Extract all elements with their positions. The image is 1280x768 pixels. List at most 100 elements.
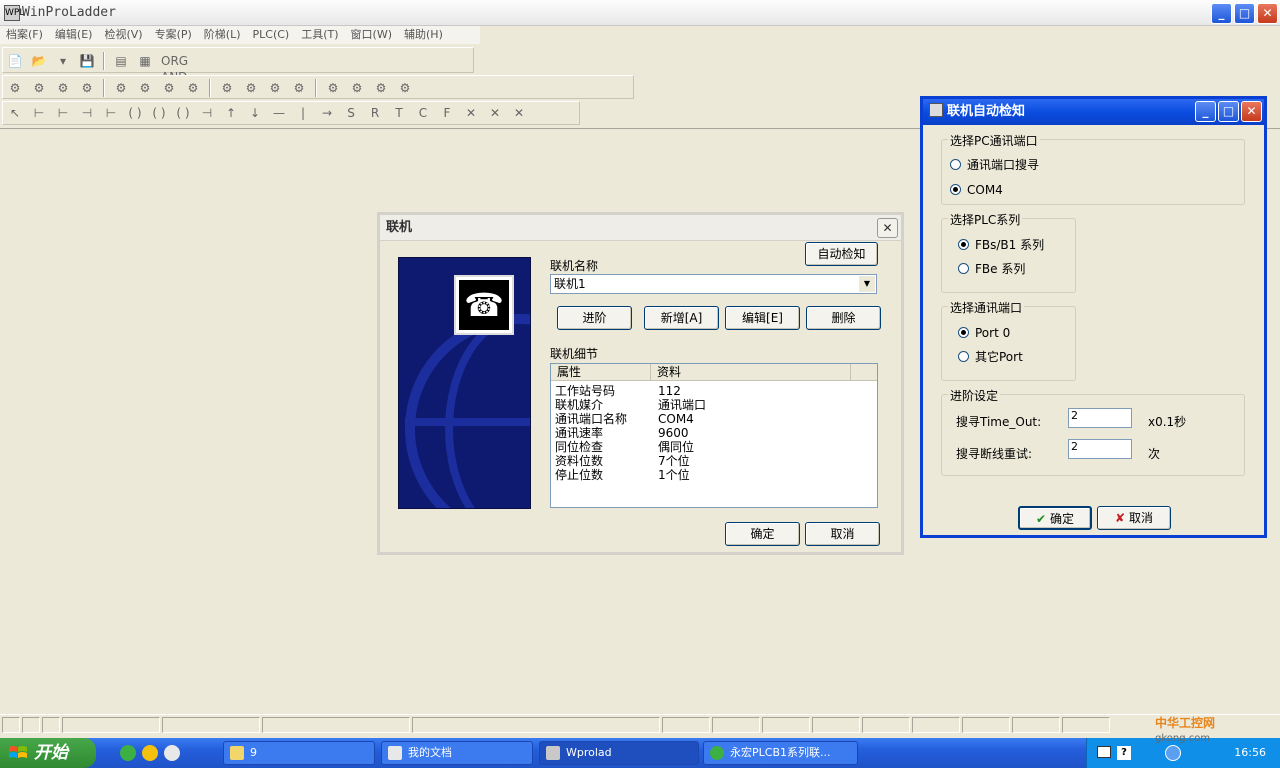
toolbar-tool-icon[interactable]: ⚙ — [31, 80, 47, 96]
task-my-documents[interactable]: 我的文档 — [381, 741, 533, 765]
toolbar-tool-icon[interactable]: ✕ — [463, 105, 479, 121]
toolbar-tool-icon[interactable]: ▦ — [137, 53, 153, 69]
toolbar-tool-icon[interactable]: 📂 — [31, 53, 47, 69]
ie-icon[interactable] — [120, 745, 136, 761]
task-browser[interactable]: 永宏PLCB1系列联... — [703, 741, 858, 765]
menu-item-2[interactable]: 检视(V) — [98, 26, 142, 44]
minimize-button[interactable]: _ — [1211, 3, 1232, 24]
list-item[interactable]: 通讯端口名称 COM4 — [555, 412, 875, 426]
toolbar-tool-icon[interactable]: ⚙ — [325, 80, 341, 96]
menu-item-3[interactable]: 专案(P) — [149, 26, 192, 44]
toolbar-tool-icon[interactable]: ✕ — [487, 105, 503, 121]
menu-item-6[interactable]: 工具(T) — [295, 26, 338, 44]
list-item[interactable]: 联机媒介 通讯端口 — [555, 398, 875, 412]
toolbar-tool-icon[interactable]: ORG AND — [161, 53, 188, 84]
retry-input[interactable]: 2 — [1068, 439, 1132, 459]
toolbar-tool-icon[interactable]: 📄 — [7, 53, 23, 69]
menu-item-8[interactable]: 辅助(H) — [398, 26, 443, 44]
menu-item-7[interactable]: 窗口(W) — [345, 26, 392, 44]
toolbar-tool-icon[interactable]: ⚙ — [113, 80, 129, 96]
toolbar-tool-icon[interactable]: ⊢ — [31, 105, 47, 121]
toolbar-tool-icon[interactable]: S — [343, 105, 359, 121]
toolbar-tool-icon[interactable]: ⚙ — [291, 80, 307, 96]
list-item[interactable]: 资料位数 7个位 — [555, 454, 875, 468]
list-item[interactable]: 停止位数 1个位 — [555, 468, 875, 482]
toolbar-tool-icon[interactable]: ↓ — [247, 105, 263, 121]
delete-button[interactable]: 删除 — [806, 306, 881, 330]
minimize-button[interactable]: _ — [1195, 101, 1216, 122]
toolbar-tool-icon[interactable]: ⚙ — [79, 80, 95, 96]
column-header-property[interactable]: 属性 — [551, 364, 651, 381]
toolbar-tool-icon[interactable]: ⊣ — [79, 105, 95, 121]
toolbar-tool-icon[interactable]: C — [415, 105, 431, 121]
connection-dialog-close-button[interactable]: ✕ — [877, 218, 898, 238]
toolbar-tool-icon[interactable]: R — [367, 105, 383, 121]
advanced-button[interactable]: 进阶 — [557, 306, 632, 330]
auto-ok-button[interactable]: ✔ 确定 — [1018, 506, 1092, 530]
toolbar-tool-icon[interactable]: ⚙ — [137, 80, 153, 96]
toolbar-tool-icon[interactable]: ▾ — [55, 53, 71, 69]
toolbar-tool-icon[interactable]: 💾 — [79, 53, 95, 69]
chevron-left-icon[interactable] — [1165, 745, 1181, 761]
task-folder-9[interactable]: 9 — [223, 741, 375, 765]
radio-fbe[interactable]: FBe 系列 — [958, 262, 1025, 276]
toolbar-tool-icon[interactable]: ( ) — [127, 105, 143, 121]
toolbar-tool-icon[interactable]: ⚙ — [373, 80, 389, 96]
toolbar-tool-icon[interactable]: ⊣ — [199, 105, 215, 121]
menu-item-4[interactable]: 阶梯(L) — [198, 26, 241, 44]
media-icon[interactable] — [164, 745, 180, 761]
radio-fbs-b1[interactable]: FBs/B1 系列 — [958, 238, 1044, 252]
toolbar-tool-icon[interactable]: ⚙ — [349, 80, 365, 96]
cancel-button[interactable]: 取消 — [805, 522, 880, 546]
toolbar-tool-icon[interactable]: ⚙ — [219, 80, 235, 96]
list-item[interactable]: 同位检查 偶同位 — [555, 440, 875, 454]
toolbar-tool-icon[interactable]: ↖ — [7, 105, 23, 121]
toolbar-tool-icon[interactable]: ⚙ — [243, 80, 259, 96]
toolbar-tool-icon[interactable]: ( ) — [151, 105, 167, 121]
auto-detect-button[interactable]: 自动检知 — [805, 242, 878, 266]
connection-details-list[interactable]: 属性 资料 工作站号码 112 联机媒介 通讯端口 通讯端口名称 COM4 通讯速率 9600… — [550, 363, 878, 508]
auto-cancel-button[interactable]: ✘ 取消 — [1097, 506, 1171, 530]
menu-item-5[interactable]: PLC(C) — [247, 26, 290, 44]
toolbar-tool-icon[interactable]: → — [319, 105, 335, 121]
toolbar-tool-icon[interactable]: ⚙ — [7, 80, 23, 96]
edit-button[interactable]: 编辑[E] — [725, 306, 800, 330]
toolbar-tool-icon[interactable]: ⚙ — [267, 80, 283, 96]
ok-button[interactable]: 确定 — [725, 522, 800, 546]
toolbar-tool-icon[interactable]: T — [391, 105, 407, 121]
list-item[interactable]: 通讯速率 9600 — [555, 426, 875, 440]
toolbar-tool-icon[interactable]: ( ) — [175, 105, 191, 121]
add-button[interactable]: 新增[A] — [644, 306, 719, 330]
toolbar-tool-icon[interactable]: F — [439, 105, 455, 121]
radio-com4[interactable]: COM4 — [950, 183, 1003, 197]
toolbar-tool-icon[interactable]: ⊢ — [103, 105, 119, 121]
column-header-data[interactable]: 资料 — [651, 364, 851, 381]
task-wprolad[interactable]: Wprolad — [539, 741, 699, 765]
toolbar-tool-icon[interactable]: — — [271, 105, 287, 121]
radio-port-0[interactable]: Port 0 — [958, 326, 1010, 340]
plus-icon[interactable] — [142, 745, 158, 761]
maximize-button[interactable]: □ — [1218, 101, 1239, 122]
toolbar-tool-icon[interactable]: ↑ — [223, 105, 239, 121]
toolbar-tool-icon[interactable]: ✕ — [511, 105, 527, 121]
help-icon[interactable]: ? — [1117, 746, 1131, 760]
start-button[interactable]: 开始 — [0, 738, 96, 768]
toolbar-tool-icon[interactable]: ▤ — [113, 53, 129, 69]
toolbar-tool-icon[interactable]: ⚙ — [185, 80, 201, 96]
toolbar-tool-icon[interactable]: ⚙ — [397, 80, 413, 96]
radio-other-port[interactable]: 其它Port — [958, 350, 1023, 364]
radio-port-search[interactable]: 通讯端口搜寻 — [950, 158, 1039, 172]
close-button[interactable]: ✕ — [1241, 101, 1262, 122]
toolbar-tool-icon[interactable]: ⚙ — [161, 80, 177, 96]
keyboard-icon[interactable] — [1097, 746, 1111, 758]
toolbar-tool-icon[interactable]: ⊢ — [55, 105, 71, 121]
maximize-button[interactable]: □ — [1234, 3, 1255, 24]
list-item[interactable]: 工作站号码 112 — [555, 384, 875, 398]
toolbar-tool-icon[interactable]: | — [295, 105, 311, 121]
menu-item-1[interactable]: 编辑(E) — [49, 26, 93, 44]
chevron-down-icon[interactable]: ▼ — [859, 276, 875, 292]
timeout-input[interactable]: 2 — [1068, 408, 1132, 428]
connection-name-select[interactable]: 联机1 ▼ — [550, 274, 877, 294]
toolbar-tool-icon[interactable]: ⚙ — [55, 80, 71, 96]
menu-item-0[interactable]: 档案(F) — [0, 26, 43, 44]
